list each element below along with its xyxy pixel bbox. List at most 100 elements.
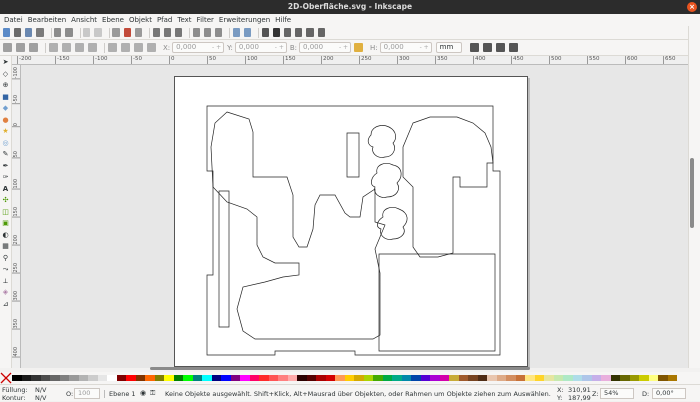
move-patterns-icon[interactable] [508, 43, 518, 52]
color-swatch[interactable] [515, 375, 525, 381]
color-swatch[interactable] [449, 375, 459, 381]
spiral-tool-icon[interactable]: ◎ [2, 139, 10, 147]
color-swatch[interactable] [145, 375, 155, 381]
color-swatch[interactable] [354, 375, 364, 381]
selector-tool-icon[interactable]: ➤ [2, 58, 10, 66]
color-swatch[interactable] [31, 375, 41, 381]
color-swatch[interactable] [268, 375, 278, 381]
color-swatch[interactable] [563, 375, 573, 381]
vertical-ruler[interactable]: -100 -50 0 50 100 150 200 250 300 350 40… [12, 65, 21, 368]
node-tool-icon[interactable]: ◇ [2, 70, 10, 78]
width-input[interactable]: 0,000 [299, 42, 352, 53]
menu-datei[interactable]: Datei [4, 16, 23, 24]
color-swatch[interactable] [363, 375, 373, 381]
color-swatch[interactable] [297, 375, 307, 381]
measure-tool-icon[interactable]: ⟂ [2, 277, 10, 285]
x-input[interactable]: 0,000 [172, 42, 225, 53]
fill-value[interactable]: N/V [35, 386, 47, 394]
select-all-layers-icon[interactable] [16, 43, 25, 52]
fill-stroke-icon[interactable] [261, 28, 270, 37]
color-swatch[interactable] [382, 375, 392, 381]
color-swatch[interactable] [78, 375, 88, 381]
layer-lock-icon[interactable]: ⚿ [150, 389, 155, 398]
color-swatch[interactable] [259, 375, 269, 381]
lower-bottom-icon[interactable] [147, 43, 156, 52]
undo-icon[interactable] [83, 28, 91, 37]
color-swatch[interactable] [316, 375, 326, 381]
menu-ansicht[interactable]: Ansicht [71, 16, 97, 24]
color-swatch[interactable] [430, 375, 440, 381]
color-swatch[interactable] [639, 375, 649, 381]
color-swatch[interactable] [525, 375, 535, 381]
menu-bearbeiten[interactable]: Bearbeiten [28, 16, 66, 24]
3dbox-tool-icon[interactable]: ◆ [2, 104, 10, 112]
flip-vertical-icon[interactable] [88, 43, 97, 52]
menu-objekt[interactable]: Objekt [129, 16, 152, 24]
new-document-icon[interactable] [3, 28, 11, 37]
color-swatch[interactable] [240, 375, 250, 381]
paste-icon[interactable] [134, 28, 142, 37]
color-swatch[interactable] [287, 375, 297, 381]
color-swatch[interactable] [544, 375, 554, 381]
calligraphy-tool-icon[interactable]: ✑ [2, 173, 10, 181]
color-swatch[interactable] [173, 375, 183, 381]
menu-erweiterungen[interactable]: Erweiterungen [219, 16, 270, 24]
unit-select[interactable]: mm [435, 42, 462, 53]
color-swatch[interactable] [116, 375, 126, 381]
color-swatch[interactable] [249, 375, 259, 381]
color-swatch[interactable] [306, 375, 316, 381]
color-swatch[interactable] [12, 375, 22, 381]
select-all-icon[interactable] [3, 43, 12, 52]
color-swatch[interactable] [648, 375, 658, 381]
color-swatch[interactable] [420, 375, 430, 381]
color-swatch[interactable] [658, 375, 668, 381]
menu-pfad[interactable]: Pfad [157, 16, 172, 24]
ungroup-icon[interactable] [244, 28, 252, 37]
menu-text[interactable]: Text [177, 16, 191, 24]
menu-hilfe[interactable]: Hilfe [275, 16, 291, 24]
color-swatch[interactable] [572, 375, 582, 381]
star-tool-icon[interactable]: ★ [2, 127, 10, 135]
redo-icon[interactable] [94, 28, 102, 37]
lpe-tool-icon[interactable]: ⊿ [2, 300, 10, 308]
color-swatch[interactable] [496, 375, 506, 381]
pencil-tool-icon[interactable]: ✎ [2, 150, 10, 158]
zoom-drawing-icon[interactable] [163, 28, 171, 37]
dropper-tool-icon[interactable]: ⚲ [2, 254, 10, 262]
spray-tool-icon[interactable]: ✣ [2, 196, 10, 204]
drawing-paths[interactable] [175, 77, 529, 368]
xml-editor-icon[interactable] [295, 28, 303, 37]
group-icon[interactable] [232, 28, 241, 37]
clone-icon[interactable] [203, 28, 211, 37]
color-swatch[interactable] [88, 375, 98, 381]
color-swatch[interactable] [164, 375, 174, 381]
menu-ebene[interactable]: Ebene [102, 16, 124, 24]
zoom-tool-icon[interactable]: ⊕ [2, 81, 10, 89]
color-swatch[interactable] [373, 375, 383, 381]
color-swatch[interactable] [126, 375, 136, 381]
rotation-input[interactable]: 0,00° [652, 388, 686, 399]
duplicate-icon[interactable] [192, 28, 200, 37]
color-swatch[interactable] [601, 375, 611, 381]
color-swatch[interactable] [97, 375, 107, 381]
color-swatch[interactable] [40, 375, 50, 381]
move-gradients-icon[interactable] [495, 43, 505, 52]
deselect-icon[interactable] [29, 43, 38, 52]
height-input[interactable]: 0,000 [379, 42, 432, 53]
export-icon[interactable] [65, 28, 73, 37]
color-swatch[interactable] [183, 375, 193, 381]
drawing-canvas[interactable] [21, 65, 688, 368]
zoom-page-icon[interactable] [174, 28, 182, 37]
layer-selector[interactable]: Ebene 1 [109, 390, 136, 398]
lock-icon[interactable] [354, 43, 364, 52]
close-window-button[interactable]: × [687, 2, 697, 12]
menu-filter[interactable]: Filter [197, 16, 214, 24]
color-swatch[interactable] [667, 375, 677, 381]
save-icon[interactable] [25, 28, 33, 37]
color-swatch[interactable] [335, 375, 345, 381]
layer-visibility-icon[interactable]: ◉ [140, 389, 146, 397]
pen-tool-icon[interactable]: ✒ [2, 162, 10, 170]
text-tool-icon[interactable]: A [2, 185, 10, 193]
color-swatch[interactable] [487, 375, 497, 381]
color-swatch[interactable] [69, 375, 79, 381]
